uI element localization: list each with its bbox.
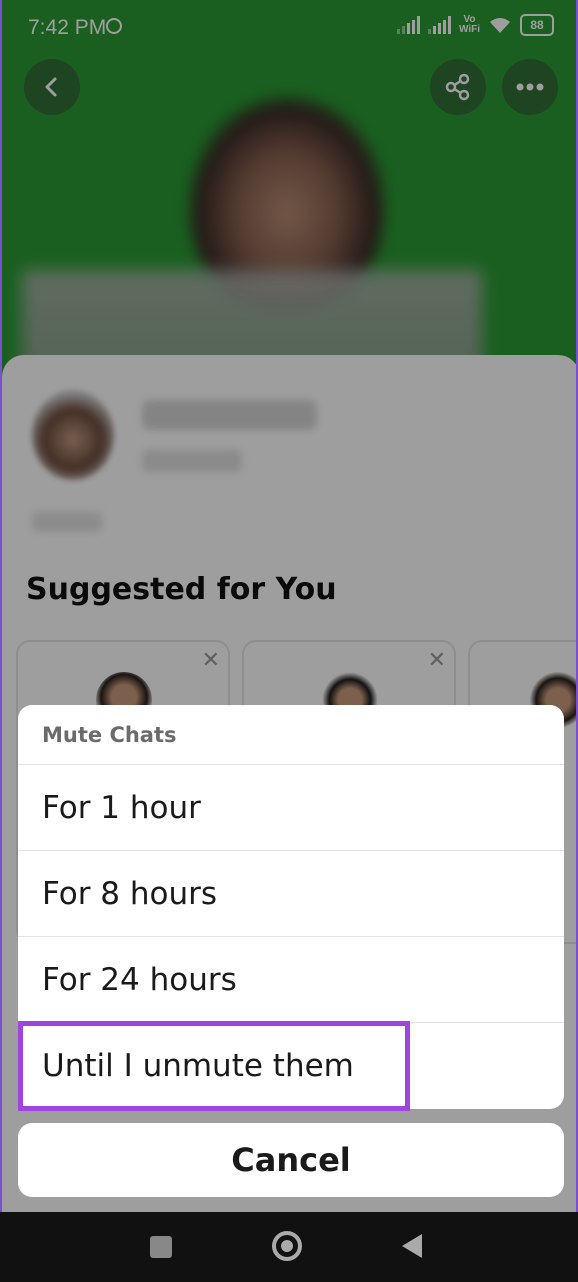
system-navigation-bar (0, 1212, 578, 1282)
mute-option-24-hours[interactable]: For 24 hours (18, 937, 564, 1023)
mute-chats-sheet: Mute Chats For 1 hour For 8 hours For 24… (18, 705, 564, 1109)
recent-apps-icon[interactable] (150, 1236, 172, 1258)
cancel-button[interactable]: Cancel (18, 1123, 564, 1197)
mute-option-1-hour[interactable]: For 1 hour (18, 765, 564, 851)
mute-option-until-unmute[interactable]: Until I unmute them (18, 1023, 564, 1109)
app-screen: 7:42 PM Vo WiFi 88 Suggested for You ✕ ✕… (0, 0, 578, 1212)
home-icon[interactable] (272, 1231, 302, 1261)
sheet-title: Mute Chats (18, 705, 564, 765)
mute-option-8-hours[interactable]: For 8 hours (18, 851, 564, 937)
back-triangle-icon[interactable] (402, 1234, 422, 1258)
